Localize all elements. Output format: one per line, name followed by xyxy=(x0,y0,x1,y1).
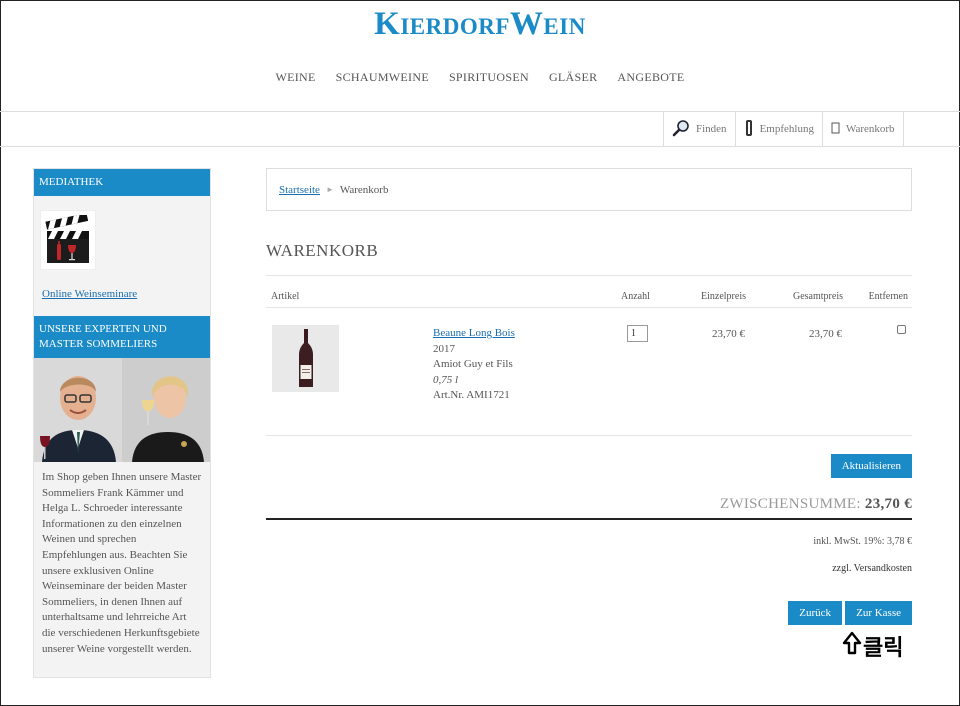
col-unit-price: Einzelpreis xyxy=(701,291,746,302)
col-quantity: Anzahl xyxy=(621,291,650,302)
nav-item-schaumweine[interactable]: SCHAUMWEINE xyxy=(336,70,429,85)
nav-item-spirituosen[interactable]: SPIRITUOSEN xyxy=(449,70,529,85)
cart-table-header: Artikel Anzahl Einzelpreis Gesamtpreis E… xyxy=(266,275,912,308)
nav-item-glaeser[interactable]: GLÄSER xyxy=(549,70,597,85)
unit-price: 23,70 € xyxy=(712,328,745,340)
recommend-button[interactable]: Empfehlung xyxy=(734,112,822,146)
cart-icon xyxy=(831,122,840,137)
product-producer: Amiot Guy et Fils xyxy=(433,358,513,371)
cart-label: Warenkorb xyxy=(845,123,895,135)
utility-bar: Finden Empfehlung Warenkorb xyxy=(663,112,904,146)
sommelier-icon xyxy=(744,119,754,140)
experts-description: Im Shop geben Ihnen unsere Master Sommel… xyxy=(42,471,202,655)
utility-divider xyxy=(0,146,960,147)
breadcrumb-home-link[interactable]: Startseite xyxy=(279,184,320,196)
logo-second-word: Wein xyxy=(509,6,586,42)
quantity-input[interactable] xyxy=(627,325,648,342)
sommelier-photo-frank xyxy=(34,358,122,462)
col-remove: Entfernen xyxy=(868,291,908,302)
update-button[interactable]: Aktualisieren xyxy=(830,454,912,478)
product-image[interactable] xyxy=(272,325,339,392)
back-button[interactable]: Zurück xyxy=(788,601,842,625)
recommend-label: Empfehlung xyxy=(759,123,814,135)
subtotal-value: 23,70 € xyxy=(864,496,912,512)
checkout-button[interactable]: Zur Kasse xyxy=(845,601,912,625)
logo-first-word: Kierdorf xyxy=(374,6,510,42)
shipping-note: zzgl. Versandkosten xyxy=(832,563,912,574)
main-nav: WEINE SCHAUMWEINE SPIRITUOSEN GLÄSER ANG… xyxy=(0,70,960,85)
product-year: 2017 xyxy=(433,342,455,355)
cart-row: Beaune Long Bois 2017 Amiot Guy et Fils … xyxy=(266,308,912,436)
remove-checkbox[interactable] xyxy=(897,325,906,334)
click-annotation: 클릭 xyxy=(842,630,903,662)
cart-button[interactable]: Warenkorb xyxy=(821,112,904,146)
breadcrumb-separator: ► xyxy=(325,185,334,194)
page-title: WARENKORB xyxy=(266,241,379,260)
find-label: Finden xyxy=(696,123,727,135)
sommelier-photo-helga xyxy=(122,358,210,462)
experts-photo xyxy=(34,358,210,462)
breadcrumb: Startseite ► Warenkorb xyxy=(266,168,912,211)
subtotal-label: ZWISCHENSUMME: xyxy=(719,496,861,512)
site-logo[interactable]: KierdorfWein xyxy=(0,6,960,43)
total-price: 23,70 € xyxy=(809,328,842,340)
main-content: Startseite ► Warenkorb WARENKORB Artikel… xyxy=(266,168,912,625)
product-info: Beaune Long Bois 2017 Amiot Guy et Fils … xyxy=(433,326,515,404)
product-name-link[interactable]: Beaune Long Bois xyxy=(433,326,515,342)
sidebar: MEDIATHEK Online Weinseminare UNSERE EXP… xyxy=(33,168,211,678)
tax-note: inkl. MwSt. 19%: 3,78 € xyxy=(813,536,912,547)
click-annotation-text: 클릭 xyxy=(863,636,904,661)
experts-heading: UNSERE EXPERTEN UND MASTER SOMMELIERS xyxy=(34,316,210,358)
breadcrumb-current: Warenkorb xyxy=(339,183,389,196)
subtotal: ZWISCHENSUMME: 23,70 € xyxy=(720,496,912,513)
product-volume: 0,75 l xyxy=(433,373,459,386)
clapperboard-icon[interactable] xyxy=(40,210,96,270)
nav-item-angebote[interactable]: ANGEBOTE xyxy=(617,70,684,85)
subtotal-divider xyxy=(266,518,912,520)
magnifier-icon xyxy=(672,119,690,140)
col-total-price: Gesamtpreis xyxy=(793,291,843,302)
online-seminars-link[interactable]: Online Weinseminare xyxy=(42,288,210,300)
nav-item-weine[interactable]: WEINE xyxy=(276,70,316,85)
mediathek-heading: MEDIATHEK xyxy=(34,169,210,196)
arrow-up-icon xyxy=(842,631,862,661)
product-article-number: Art.Nr. AMI1721 xyxy=(433,389,510,402)
find-button[interactable]: Finden xyxy=(663,112,735,146)
col-article: Artikel xyxy=(271,291,300,302)
